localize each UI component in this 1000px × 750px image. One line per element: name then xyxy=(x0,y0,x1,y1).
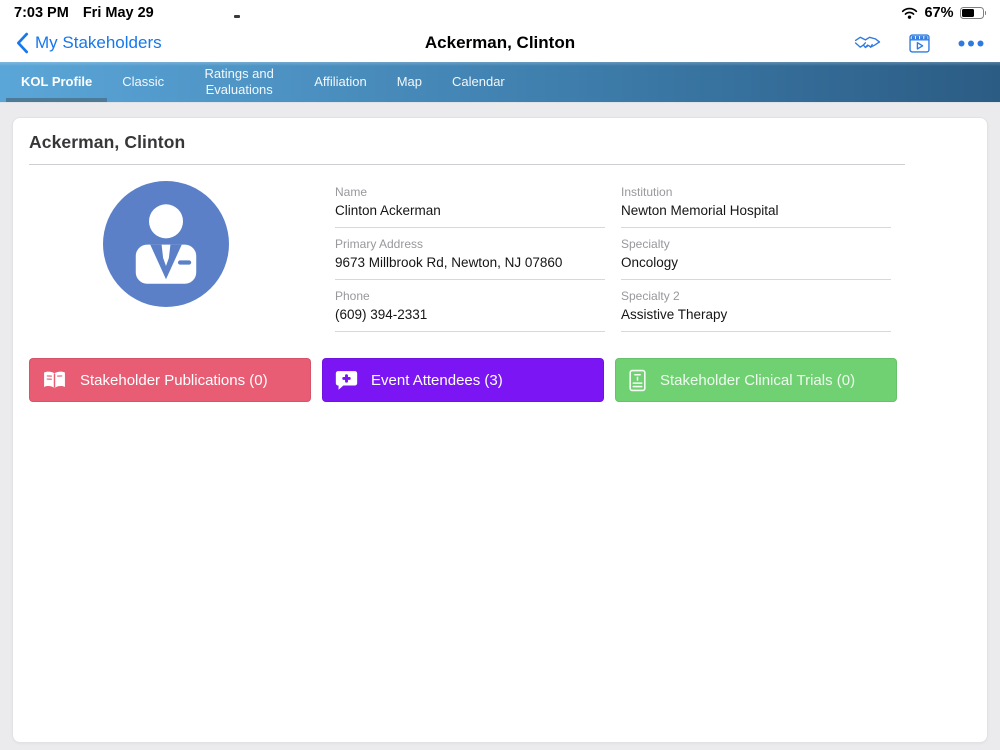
book-icon xyxy=(42,370,67,391)
chevron-left-icon xyxy=(16,32,29,54)
tab-ratings-and-evaluations[interactable]: Ratings and Evaluations xyxy=(179,62,299,102)
stakeholder-publications-button[interactable]: Stakeholder Publications (0) xyxy=(29,358,311,402)
navigation-bar: My Stakeholders Ackerman, Clinton xyxy=(0,24,1000,62)
field-label: Specialty 2 xyxy=(621,289,891,303)
field-specialty-2: Specialty 2 Assistive Therapy xyxy=(621,285,891,332)
button-label: Stakeholder Publications (0) xyxy=(80,372,268,389)
page-title: Ackerman, Clinton xyxy=(425,33,575,53)
document-icon xyxy=(628,369,647,392)
field-value: (609) 394-2331 xyxy=(335,307,605,322)
pointer-cursor xyxy=(234,15,240,18)
tab-affiliation[interactable]: Affiliation xyxy=(299,62,382,102)
event-attendees-button[interactable]: Event Attendees (3) xyxy=(322,358,604,402)
card-title: Ackerman, Clinton xyxy=(13,118,987,164)
battery-icon xyxy=(960,7,987,19)
status-time: 7:03 PM xyxy=(14,5,69,21)
wifi-icon xyxy=(901,7,918,19)
field-label: Institution xyxy=(621,185,891,199)
media-icon[interactable] xyxy=(909,34,930,53)
tab-kol-profile[interactable]: KOL Profile xyxy=(6,62,107,102)
handshake-icon[interactable] xyxy=(854,34,881,52)
field-specialty: Specialty Oncology xyxy=(621,233,891,280)
button-label: Event Attendees (3) xyxy=(371,372,503,389)
fields-column-left: Name Clinton Ackerman Primary Address 96… xyxy=(335,181,605,337)
tab-classic[interactable]: Classic xyxy=(107,62,179,102)
field-value: Clinton Ackerman xyxy=(335,203,605,218)
field-label: Phone xyxy=(335,289,605,303)
chat-plus-icon xyxy=(335,370,358,391)
status-bar: 7:03 PM Fri May 29 67% xyxy=(0,0,1000,24)
field-value: 9673 Millbrook Rd, Newton, NJ 07860 xyxy=(335,255,605,270)
field-label: Name xyxy=(335,185,605,199)
field-label: Primary Address xyxy=(335,237,605,251)
tab-map[interactable]: Map xyxy=(382,62,437,102)
field-value: Oncology xyxy=(621,255,891,270)
button-label: Stakeholder Clinical Trials (0) xyxy=(660,372,855,389)
profile-card: Ackerman, Clinton Name Clinton Ac xyxy=(12,117,988,743)
tab-calendar[interactable]: Calendar xyxy=(437,62,520,102)
back-label: My Stakeholders xyxy=(35,33,162,53)
stakeholder-clinical-trials-button[interactable]: Stakeholder Clinical Trials (0) xyxy=(615,358,897,402)
action-buttons-row: Stakeholder Publications (0) Event Atten… xyxy=(13,337,987,402)
field-name: Name Clinton Ackerman xyxy=(335,181,605,228)
field-label: Specialty xyxy=(621,237,891,251)
field-institution: Institution Newton Memorial Hospital xyxy=(621,181,891,228)
tab-bar: KOL Profile Classic Ratings and Evaluati… xyxy=(0,62,1000,103)
avatar xyxy=(103,181,229,307)
status-date: Fri May 29 xyxy=(83,5,154,21)
avatar-container xyxy=(29,181,335,337)
field-phone: Phone (609) 394-2331 xyxy=(335,285,605,332)
person-icon xyxy=(103,181,229,307)
field-value: Newton Memorial Hospital xyxy=(621,203,891,218)
field-value: Assistive Therapy xyxy=(621,307,891,322)
fields-column-right: Institution Newton Memorial Hospital Spe… xyxy=(621,181,891,337)
battery-percent: 67% xyxy=(924,5,953,21)
back-button[interactable]: My Stakeholders xyxy=(16,32,162,54)
more-icon[interactable] xyxy=(958,40,984,47)
content-area: Ackerman, Clinton Name Clinton Ac xyxy=(0,103,1000,748)
field-primary-address: Primary Address 9673 Millbrook Rd, Newto… xyxy=(335,233,605,280)
